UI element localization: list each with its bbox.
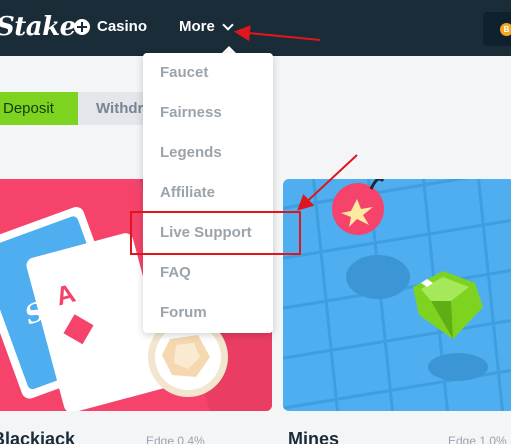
withdraw-button[interactable]: Withdraw [78, 92, 148, 125]
plus-circle-icon [74, 18, 90, 35]
top-header: Stake Casino More B [0, 0, 511, 56]
game-edge-blackjack: Edge 0.4% [146, 434, 205, 444]
menu-item-forum[interactable]: Forum [160, 304, 207, 321]
nav-casino[interactable]: Casino [74, 18, 147, 35]
menu-item-legends[interactable]: Legends [160, 144, 222, 161]
live-support-highlight-box [130, 211, 301, 255]
menu-item-fairness[interactable]: Fairness [160, 104, 222, 121]
more-dropdown-menu: Faucet Fairness Legends Affiliate Live S… [143, 53, 273, 333]
game-title-mines[interactable]: Mines [288, 429, 339, 444]
game-title-blackjack[interactable]: Blackjack [0, 429, 75, 444]
deposit-button[interactable]: Deposit [0, 92, 78, 125]
menu-item-affiliate[interactable]: Affiliate [160, 184, 215, 201]
chevron-down-icon [222, 18, 234, 31]
menu-item-faq[interactable]: FAQ [160, 264, 191, 281]
mines-game-card[interactable] [283, 179, 511, 411]
game-edge-mines: Edge 1.0% [448, 434, 507, 444]
bitcoin-icon: B [500, 23, 511, 36]
menu-item-faucet[interactable]: Faucet [160, 64, 208, 81]
nav-more-label: More [179, 18, 215, 35]
nav-more[interactable]: More [179, 18, 234, 35]
stake-logo[interactable]: Stake [0, 12, 76, 42]
wallet-button[interactable]: B [483, 12, 511, 46]
nav-casino-label: Casino [97, 18, 148, 35]
mines-card-art [283, 179, 511, 411]
stake-casino-page: Stake Casino More B Deposit Withdraw Sta… [0, 0, 511, 444]
dropdown-caret [222, 46, 236, 53]
